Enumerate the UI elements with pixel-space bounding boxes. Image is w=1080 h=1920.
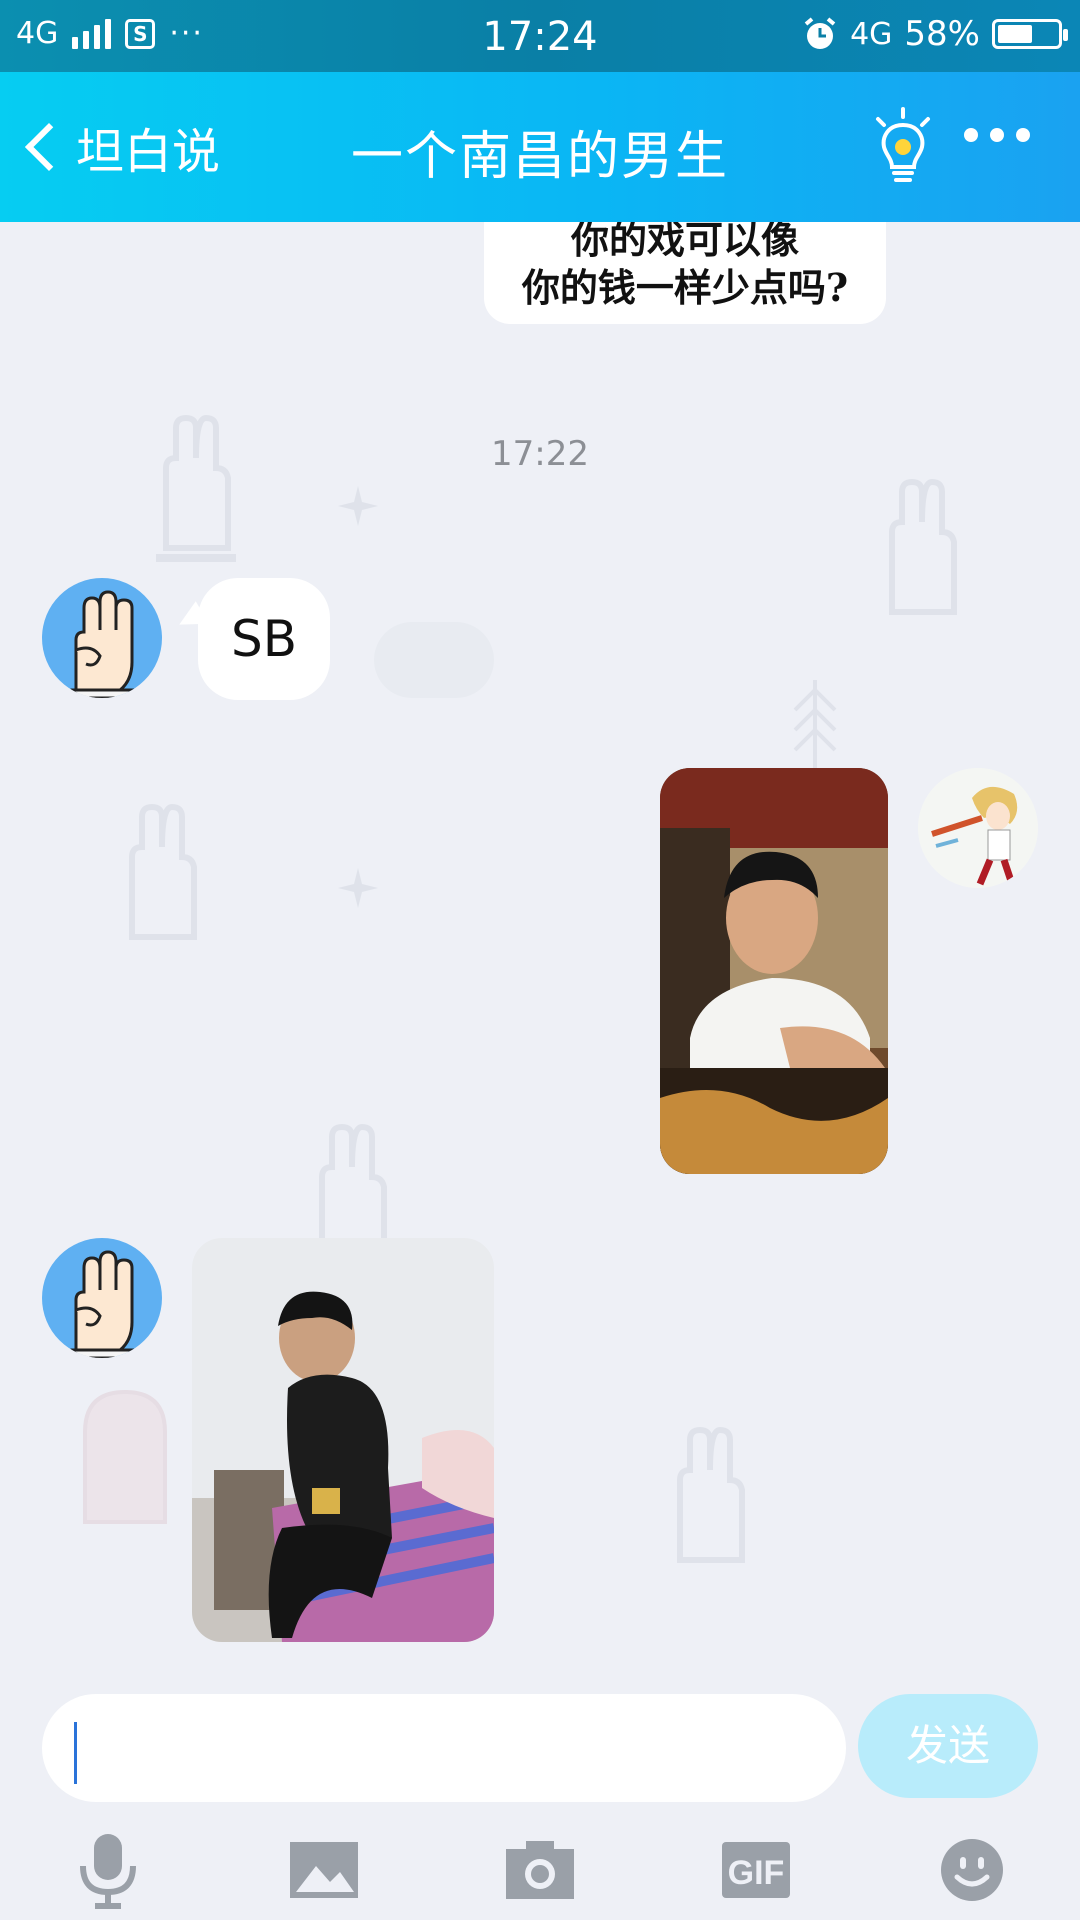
- gif-button[interactable]: GIF: [716, 1830, 796, 1910]
- image-icon: [290, 1842, 358, 1898]
- network-type-right: 4G: [850, 16, 893, 52]
- image-message-incoming[interactable]: [192, 1238, 494, 1642]
- hand-watermark-icon: [129, 803, 197, 940]
- my-avatar[interactable]: [918, 768, 1038, 888]
- photo-image: [192, 1238, 494, 1642]
- sparkle-icon: [338, 486, 378, 526]
- voice-button[interactable]: [68, 1830, 148, 1910]
- chat-bubble-watermark-icon: [374, 622, 494, 698]
- hand-avatar-icon: [70, 1250, 136, 1358]
- avatar[interactable]: [42, 1238, 162, 1358]
- emoji-icon: [941, 1839, 1003, 1901]
- input-toolbar: GIF: [0, 1830, 1080, 1920]
- text-message-bubble[interactable]: SB: [198, 578, 330, 700]
- status-bar: 4G S ··· 17:24 4G 58%: [0, 0, 1080, 72]
- text-caret: [74, 1722, 77, 1784]
- nav-bar: 坦白说 一个南昌的男生: [0, 72, 1080, 222]
- photo-image: [660, 768, 888, 1174]
- hand-watermark-icon: [156, 414, 236, 562]
- microphone-icon: [80, 1834, 136, 1909]
- hand-avatar-icon: [70, 590, 136, 698]
- alarm-icon: [804, 17, 836, 49]
- send-button[interactable]: 发送: [858, 1694, 1038, 1798]
- battery-percent: 58%: [904, 14, 980, 54]
- input-area: 发送 GIF: [0, 1680, 1080, 1920]
- meme-text-line2: 你的钱一样少点吗?: [521, 265, 849, 310]
- fist-watermark-icon: [83, 1389, 167, 1524]
- lightbulb-icon[interactable]: [868, 107, 938, 187]
- image-message-meme[interactable]: 你的戏可以像 你的钱一样少点吗?: [484, 222, 886, 324]
- camera-icon: [506, 1841, 574, 1899]
- emoji-button[interactable]: [932, 1830, 1012, 1910]
- tree-watermark-icon: [793, 680, 837, 770]
- hand-watermark-icon: [677, 1426, 745, 1563]
- avatar[interactable]: [42, 578, 162, 698]
- battery-fill: [998, 25, 1032, 43]
- anime-avatar-icon: [918, 768, 1038, 888]
- image-message-outgoing[interactable]: [660, 768, 888, 1174]
- message-input[interactable]: [42, 1694, 846, 1802]
- image-button[interactable]: [284, 1830, 364, 1910]
- meme-text-line1: 你的戏可以像: [570, 222, 799, 262]
- message-text: SB: [230, 610, 298, 668]
- gif-icon: GIF: [722, 1842, 790, 1898]
- chat-area[interactable]: 你的戏可以像 你的钱一样少点吗? 17:22 SB: [0, 222, 1080, 1680]
- status-right: 4G 58%: [802, 14, 1068, 54]
- camera-button[interactable]: [500, 1830, 580, 1910]
- sparkle-icon: [338, 868, 378, 908]
- hand-watermark-icon: [889, 478, 957, 615]
- more-options-icon[interactable]: [964, 128, 1030, 142]
- gif-label: GIF: [728, 1854, 785, 1892]
- message-timestamp: 17:22: [491, 434, 589, 474]
- battery-icon: [992, 19, 1068, 49]
